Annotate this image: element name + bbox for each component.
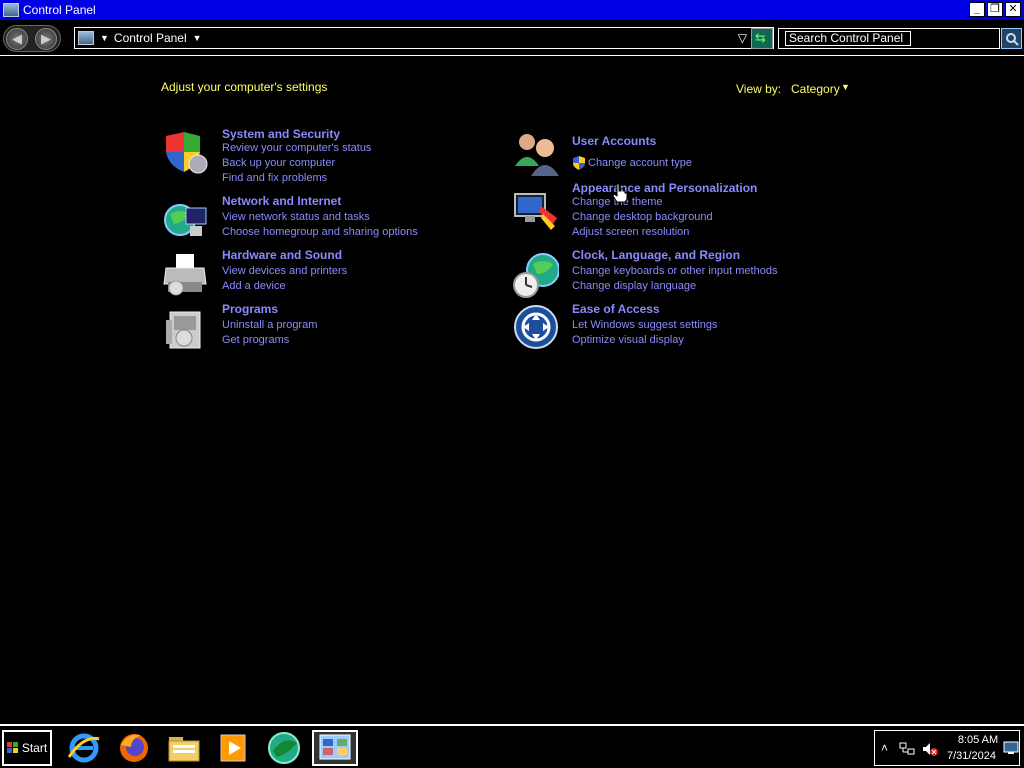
refresh-button[interactable] (751, 28, 773, 49)
start-label: Start (21, 741, 48, 755)
view-by-selector[interactable]: Category (791, 82, 840, 96)
link-homegroup[interactable]: Choose homegroup and sharing options (222, 226, 418, 238)
minimize-button[interactable]: _ (969, 2, 985, 17)
category-title-clock-region[interactable]: Clock, Language, and Region (572, 248, 740, 262)
link-network-status[interactable]: View network status and tasks (222, 211, 370, 223)
folder-icon[interactable] (164, 730, 204, 766)
link-optimize-display[interactable]: Optimize visual display (572, 334, 684, 346)
search-button[interactable] (1001, 28, 1022, 49)
link-find-fix[interactable]: Find and fix problems (222, 172, 327, 184)
address-dropdown-icon[interactable]: ▽ (738, 31, 747, 45)
link-devices-printers[interactable]: View devices and printers (222, 265, 347, 277)
chevron-down-icon[interactable]: ▼ (193, 33, 202, 43)
page-title: Adjust your computer's settings (161, 80, 328, 94)
network-icon[interactable] (899, 742, 915, 756)
search-input[interactable]: Search Control Panel (785, 31, 911, 46)
title-bar: Control Panel _ ❐ ✕ (0, 0, 1024, 20)
category-title-network[interactable]: Network and Internet (222, 194, 341, 208)
chevron-down-icon[interactable]: ▼ (100, 33, 109, 43)
media-player-icon[interactable] (214, 730, 254, 766)
app-icon[interactable] (264, 730, 304, 766)
window-controls: _ ❐ ✕ (969, 2, 1021, 17)
shield-icon[interactable] (162, 130, 208, 176)
hand-cursor-icon (612, 183, 628, 203)
nav-buttons: ◀ ▶ (3, 25, 61, 52)
system-tray: ˄ 8:05 AM 7/31/2024 (874, 730, 1020, 766)
windows-logo-icon (6, 742, 18, 753)
uac-shield-icon (573, 156, 585, 170)
category-title-ease-of-access[interactable]: Ease of Access (572, 302, 660, 316)
printer-icon[interactable] (162, 252, 208, 298)
category-title-hardware[interactable]: Hardware and Sound (222, 248, 342, 262)
programs-icon[interactable] (162, 306, 208, 352)
category-title-system-security[interactable]: System and Security (222, 127, 340, 141)
clock-time[interactable]: 8:05 AM (955, 734, 1001, 746)
ease-of-access-icon[interactable] (513, 304, 559, 350)
link-suggest-settings[interactable]: Let Windows suggest settings (572, 319, 718, 331)
link-uninstall[interactable]: Uninstall a program (222, 319, 317, 331)
control-panel-taskbar-button[interactable] (312, 730, 358, 766)
breadcrumb[interactable]: Control Panel (114, 31, 187, 45)
volume-muted-icon[interactable] (922, 742, 938, 756)
link-screen-resolution[interactable]: Adjust screen resolution (572, 226, 689, 238)
address-bar[interactable]: ▼ Control Panel ▼ ▽ (74, 27, 774, 49)
search-icon (1005, 32, 1019, 46)
control-panel-icon (3, 3, 19, 17)
close-button[interactable]: ✕ (1005, 2, 1021, 17)
firefox-icon[interactable] (114, 730, 154, 766)
view-by-label: View by: (736, 82, 782, 96)
link-back-up[interactable]: Back up your computer (222, 157, 335, 169)
back-button[interactable]: ◀ (6, 28, 28, 50)
forward-button[interactable]: ▶ (35, 28, 57, 50)
category-title-user-accounts[interactable]: User Accounts (572, 134, 656, 148)
link-add-device[interactable]: Add a device (222, 280, 286, 292)
link-keyboards[interactable]: Change keyboards or other input methods (572, 265, 777, 277)
control-panel-icon (78, 31, 94, 45)
taskbar: Start ˄ 8:05 AM 7/31/2024 (0, 724, 1024, 768)
clock-date[interactable]: 7/31/2024 (947, 750, 996, 762)
link-review-status[interactable]: Review your computer's status (222, 142, 371, 154)
link-display-language[interactable]: Change display language (572, 280, 696, 292)
window-title: Control Panel (23, 3, 96, 17)
globe-network-icon[interactable] (162, 198, 208, 244)
start-button[interactable]: Start (2, 730, 52, 766)
users-icon[interactable] (513, 130, 559, 176)
link-get-programs[interactable]: Get programs (222, 334, 289, 346)
category-title-programs[interactable]: Programs (222, 302, 278, 316)
link-desktop-background[interactable]: Change desktop background (572, 211, 713, 223)
category-title-appearance[interactable]: Appearance and Personalization (572, 181, 757, 195)
restore-button[interactable]: ❐ (987, 2, 1003, 17)
clock-globe-icon[interactable] (513, 252, 560, 298)
show-hidden-icons-icon[interactable]: ˄ (881, 741, 888, 755)
control-panel-icon (319, 734, 351, 760)
chevron-down-icon[interactable]: ▼ (841, 82, 850, 92)
internet-explorer-icon[interactable] (64, 730, 104, 766)
search-box[interactable]: Search Control Panel (778, 28, 1000, 49)
monitor-paint-icon[interactable] (513, 190, 559, 236)
show-desktop-icon[interactable] (1003, 741, 1019, 755)
link-change-account-type[interactable]: Change account type (588, 157, 692, 169)
